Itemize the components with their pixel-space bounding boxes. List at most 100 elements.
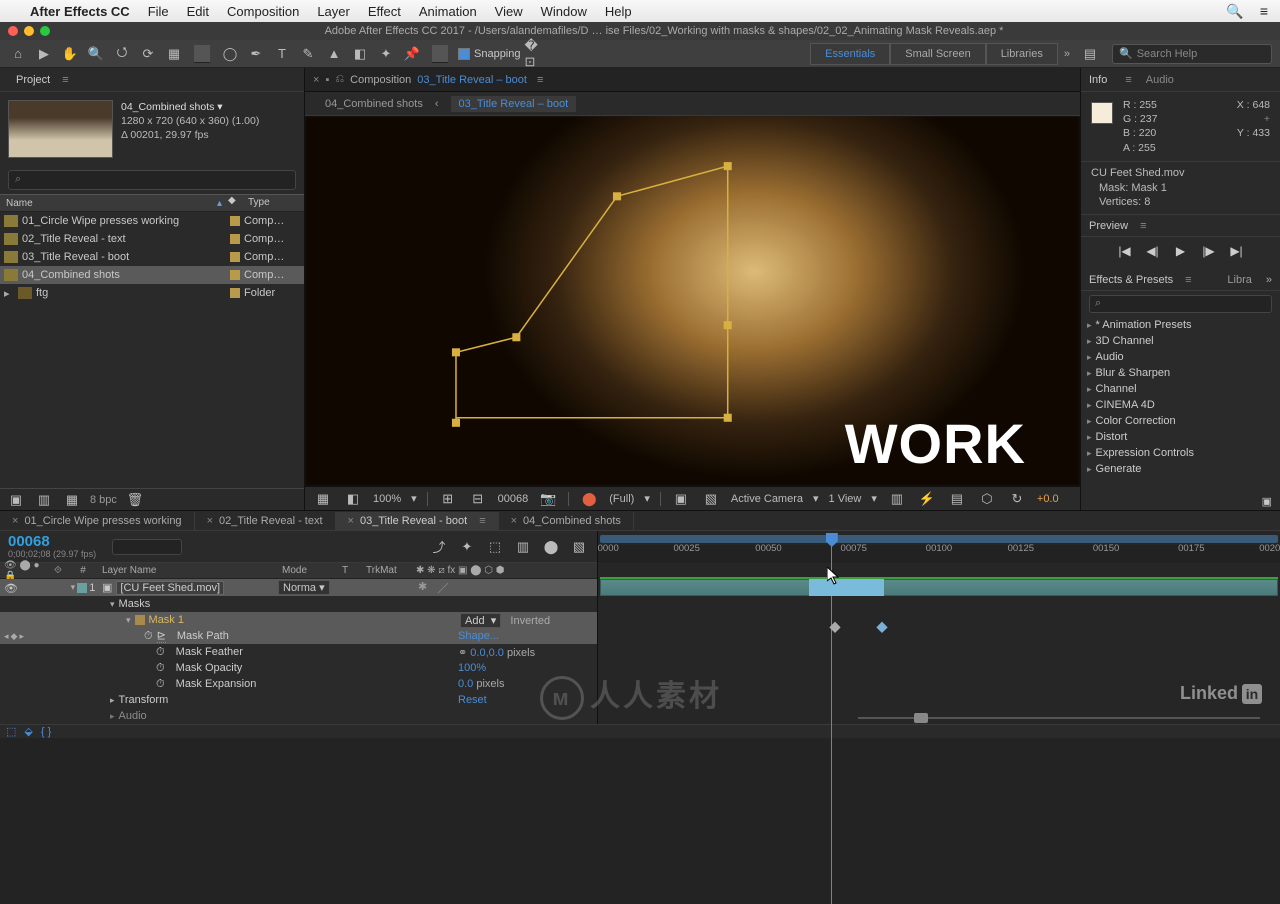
- effect-category[interactable]: ▸3D Channel: [1081, 333, 1280, 349]
- col-header-name[interactable]: Name▴: [0, 195, 228, 211]
- libraries-tab[interactable]: Libra: [1227, 274, 1251, 286]
- twirl-icon[interactable]: ▾: [71, 582, 76, 593]
- menu-composition[interactable]: Composition: [227, 4, 299, 19]
- twirl-icon[interactable]: ▸: [4, 287, 14, 300]
- project-item-row[interactable]: ▸ftgFolder: [0, 284, 304, 302]
- panel-menu-icon[interactable]: ≡: [537, 74, 543, 86]
- effects-presets-tab[interactable]: Effects & Presets: [1089, 274, 1173, 286]
- pixel-aspect-icon[interactable]: ▥: [887, 489, 907, 509]
- comp-tab-name[interactable]: 03_Title Reveal – boot: [417, 74, 527, 86]
- menu-view[interactable]: View: [495, 4, 523, 19]
- next-frame-button[interactable]: |▶: [1200, 243, 1218, 259]
- graph-editor-icon[interactable]: ▧: [569, 537, 589, 557]
- zoom-tool-icon[interactable]: 🔍: [86, 44, 106, 64]
- cti-line[interactable]: [831, 545, 832, 904]
- stopwatch-icon[interactable]: ⏱: [156, 646, 165, 659]
- panel-menu-icon[interactable]: ≡: [1125, 74, 1131, 86]
- snapping-checkbox-icon[interactable]: [458, 48, 470, 60]
- toggle-brackets-icon[interactable]: { }: [41, 726, 51, 738]
- timeline-graph[interactable]: 0000 00025 00050 00075 00100 00125 00150…: [598, 531, 1280, 724]
- reset-exposure-icon[interactable]: ↻: [1007, 489, 1027, 509]
- info-tab[interactable]: Info: [1089, 74, 1107, 86]
- workspace-small-screen[interactable]: Small Screen: [890, 43, 985, 65]
- panel-menu-icon[interactable]: ≡: [62, 74, 68, 86]
- project-bpc[interactable]: 8 bpc: [90, 494, 117, 506]
- keyframe-nav-icon[interactable]: ⊵: [157, 629, 166, 643]
- mask-inverted-label[interactable]: Inverted: [510, 615, 550, 627]
- panel-menu-icon[interactable]: ≡: [1140, 220, 1146, 232]
- workspace-overflow-icon[interactable]: »: [1064, 48, 1070, 60]
- new-folder-icon[interactable]: ▥: [34, 490, 54, 510]
- stopwatch-icon[interactable]: ⏱: [156, 662, 165, 675]
- audio-tab[interactable]: Audio: [1146, 74, 1174, 86]
- camera-dropdown[interactable]: Active Camera: [731, 493, 803, 505]
- video-toggle-icon[interactable]: 👁: [4, 582, 16, 594]
- mask-expansion-prop[interactable]: ⏱ Mask Expansion 0.0 pixels: [0, 676, 597, 692]
- work-area-bar[interactable]: [600, 535, 1278, 543]
- effects-search-field[interactable]: ⌕: [1089, 295, 1272, 313]
- project-item-row[interactable]: 01_Circle Wipe presses workingComp…: [0, 212, 304, 230]
- twirl-icon[interactable]: ▾: [126, 615, 131, 626]
- trash-icon[interactable]: 🗑: [125, 490, 145, 510]
- draft3d-icon[interactable]: ✦: [457, 537, 477, 557]
- prev-keyframe-icon[interactable]: ◂: [4, 631, 9, 642]
- layer-label-swatch[interactable]: [77, 583, 87, 593]
- mask-opacity-prop[interactable]: ⏱ Mask Opacity 100%: [0, 660, 597, 676]
- value-opacity[interactable]: 100%: [458, 662, 486, 674]
- col-header-type[interactable]: Type: [244, 195, 304, 211]
- menu-extras-icon[interactable]: ≡: [1260, 3, 1268, 20]
- guides-icon[interactable]: ⊟: [468, 489, 488, 509]
- breadcrumb-item-active[interactable]: 03_Title Reveal – boot: [451, 96, 577, 112]
- alpha-toggle-icon[interactable]: ▦: [313, 489, 333, 509]
- project-item-name[interactable]: 04_Combined shots ▾: [121, 100, 259, 114]
- pen-tool-icon[interactable]: ✒: [246, 44, 266, 64]
- time-ruler[interactable]: 0000 00025 00050 00075 00100 00125 00150…: [598, 531, 1280, 563]
- zoom-level[interactable]: 100%: [373, 493, 401, 505]
- col-lock[interactable]: ⟐: [50, 565, 68, 576]
- stopwatch-icon[interactable]: ⏱: [156, 678, 165, 691]
- menu-effect[interactable]: Effect: [368, 4, 401, 19]
- workspace-panel-icon[interactable]: ▤: [1080, 44, 1100, 64]
- layer-row[interactable]: 👁 ▾1 ▣[CU Feet Shed.mov] Norma ▾ ✱ ／: [0, 579, 597, 596]
- menu-window[interactable]: Window: [541, 4, 587, 19]
- mask-toggle-icon[interactable]: ◧: [343, 489, 363, 509]
- panel-close-icon[interactable]: ×: [313, 74, 319, 86]
- project-item-row[interactable]: 02_Title Reveal - textComp…: [0, 230, 304, 248]
- home-icon[interactable]: ⌂: [8, 44, 28, 64]
- mask-color-swatch[interactable]: [135, 615, 145, 625]
- blend-mode-dropdown[interactable]: Norma ▾: [278, 580, 330, 595]
- region-icon[interactable]: ▣: [671, 489, 691, 509]
- masks-group[interactable]: ▾Masks: [0, 596, 597, 612]
- col-switches[interactable]: ✱ ❋ ⧄ fx ▣ ⬤ ⬡ ⬢: [412, 565, 597, 576]
- twirl-icon[interactable]: ▸: [110, 695, 115, 706]
- menu-layer[interactable]: Layer: [317, 4, 350, 19]
- motion-blur-icon[interactable]: ⬤: [541, 537, 561, 557]
- project-search-field[interactable]: ⌕: [8, 170, 296, 190]
- menu-help[interactable]: Help: [605, 4, 632, 19]
- last-frame-button[interactable]: ▶|: [1228, 243, 1246, 259]
- col-layer-name[interactable]: Layer Name: [98, 565, 278, 576]
- layer-name[interactable]: [CU Feet Shed.mov]: [116, 581, 224, 595]
- breadcrumb-item[interactable]: 04_Combined shots: [325, 98, 423, 110]
- col-trkmat[interactable]: TrkMat: [362, 565, 412, 576]
- workspace-essentials[interactable]: Essentials: [810, 43, 890, 65]
- stopwatch-icon[interactable]: ⏱: [144, 630, 153, 643]
- timeline-tab[interactable]: ×03_Title Reveal - boot≡: [336, 512, 499, 530]
- orbit-tool-icon[interactable]: ⭯: [112, 44, 132, 64]
- timeline-tab[interactable]: ×04_Combined shots: [499, 512, 634, 530]
- hand-tool-icon[interactable]: ✋: [60, 44, 80, 64]
- mask-mode-dropdown[interactable]: Add ▾: [460, 613, 501, 628]
- close-icon[interactable]: ×: [207, 515, 213, 527]
- menu-animation[interactable]: Animation: [419, 4, 477, 19]
- close-icon[interactable]: ×: [12, 515, 18, 527]
- effect-category[interactable]: ▸Audio: [1081, 349, 1280, 365]
- switch-icon[interactable]: ／: [437, 580, 448, 596]
- project-item-row[interactable]: 03_Title Reveal - bootComp…: [0, 248, 304, 266]
- col-index[interactable]: #: [68, 565, 98, 576]
- composition-viewer[interactable]: WORK: [305, 116, 1080, 486]
- col-header-label[interactable]: ◆: [228, 195, 244, 211]
- snapping-toggle[interactable]: Snapping � ⊡: [458, 44, 545, 64]
- add-keyframe-icon[interactable]: ◆: [11, 631, 18, 642]
- views-dropdown[interactable]: 1 View: [829, 493, 862, 505]
- effect-category[interactable]: ▸Distort: [1081, 429, 1280, 445]
